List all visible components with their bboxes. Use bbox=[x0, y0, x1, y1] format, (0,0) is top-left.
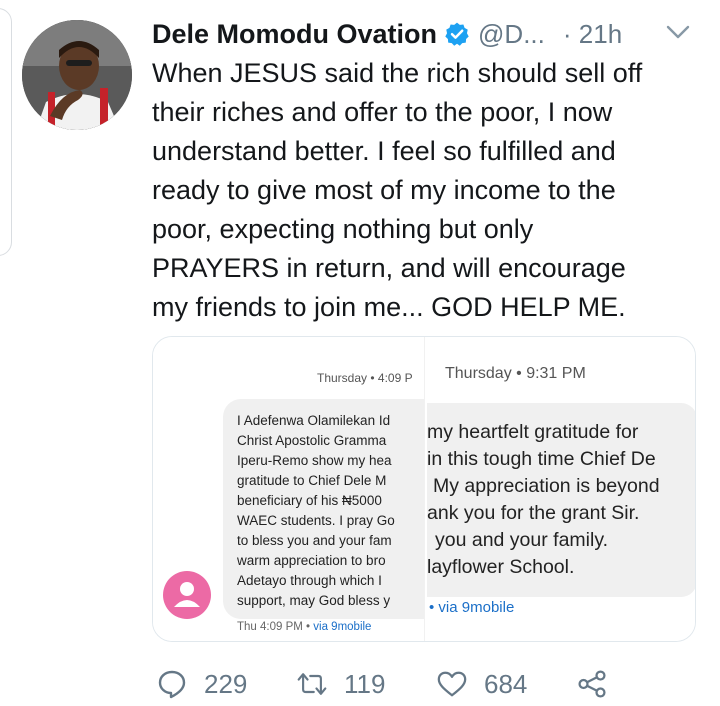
author-name[interactable]: Dele Momodu Ovation bbox=[152, 19, 437, 50]
sms-2-line: in this tough time Chief De bbox=[427, 448, 656, 470]
avatar-photo-icon bbox=[22, 20, 132, 130]
reply-count: 229 bbox=[204, 668, 248, 699]
sms-1-line: WAEC students. I pray Go bbox=[237, 513, 395, 528]
reply-button[interactable]: 229 bbox=[156, 664, 247, 704]
sms-2-line: my heartfelt gratitude for bbox=[427, 421, 639, 443]
chevron-down-icon[interactable] bbox=[664, 22, 692, 42]
tweet-text-line: their riches and offer to the poor, I no… bbox=[152, 97, 613, 127]
retweet-button[interactable]: 119 bbox=[296, 664, 385, 704]
sms-2-line: layflower School. bbox=[427, 556, 575, 578]
sms-1-line: Iperu-Remo show my hea bbox=[237, 453, 392, 468]
tweet-text: When JESUS said the rich should sell off… bbox=[152, 54, 712, 327]
tweet-text-line: understand better. I feel so fulfilled a… bbox=[152, 136, 616, 166]
time-value: 21h bbox=[578, 18, 623, 49]
tweet-media[interactable]: Thursday • 4:09 P I Adefenwa Olamilekan … bbox=[152, 336, 696, 642]
sms-1-line: Christ Apostolic Gramma bbox=[237, 433, 387, 448]
sms-2-footer: • via 9mobile bbox=[429, 599, 515, 616]
share-button[interactable] bbox=[576, 664, 608, 704]
avatar[interactable] bbox=[22, 20, 132, 130]
tweet-text-line: PRAYERS in return, and will encourage bbox=[152, 253, 626, 283]
sms-contact-avatar bbox=[163, 571, 211, 619]
media-image-sms-1[interactable]: Thursday • 4:09 P I Adefenwa Olamilekan … bbox=[153, 337, 425, 641]
sms-2-line: you and your family. bbox=[435, 529, 609, 551]
media-image-sms-2[interactable]: Thursday • 9:31 PM my heartfelt gratitud… bbox=[427, 337, 695, 641]
sms-1-line: I Adefenwa Olamilekan Id bbox=[237, 413, 391, 428]
like-button[interactable]: 684 bbox=[436, 664, 527, 704]
retweet-count: 119 bbox=[344, 668, 386, 699]
sms-1-footer: Thu 4:09 PM • via 9mobile bbox=[237, 621, 371, 633]
sms-1-line: to bless you and your fam bbox=[237, 533, 392, 548]
reply-icon bbox=[158, 670, 186, 699]
previous-card-edge bbox=[0, 8, 12, 256]
sms-1-line: gratitude to Chief Dele M bbox=[237, 473, 387, 488]
sms-1-line: Adetayo through which I bbox=[237, 573, 382, 588]
time-separator: · bbox=[562, 18, 572, 49]
tweet-text-line: my friends to join me... GOD HELP ME. bbox=[152, 292, 626, 322]
like-count: 684 bbox=[484, 668, 528, 699]
sms-1-line: support, may God bless y bbox=[237, 593, 391, 608]
heart-icon bbox=[437, 671, 467, 697]
tweet-text-line: When JESUS said the rich should sell off bbox=[152, 58, 643, 88]
sms-2-timestamp: Thursday • 9:31 PM bbox=[445, 365, 586, 382]
sms-1-line: warm appreciation to bro bbox=[237, 553, 386, 568]
sms-1-timestamp: Thursday • 4:09 P bbox=[317, 371, 413, 385]
sms-1-footer-separator: • bbox=[306, 621, 311, 633]
tweet-time[interactable]: · 21h bbox=[563, 19, 622, 50]
person-icon bbox=[174, 582, 200, 607]
share-icon bbox=[578, 670, 606, 698]
verified-badge-icon bbox=[445, 22, 469, 46]
sms-2-line: ank you for the grant Sir. bbox=[427, 502, 640, 524]
sms-1-footer-time: Thu 4:09 PM bbox=[237, 621, 303, 633]
sms-2-line: My appreciation is beyond bbox=[433, 475, 660, 497]
sms-1-line: beneficiary of his ₦5000 bbox=[237, 493, 382, 508]
tweet-text-line: poor, expecting nothing but only bbox=[152, 214, 534, 244]
author-handle[interactable]: @D... bbox=[478, 19, 545, 50]
tweet-header: Dele Momodu Ovation @D... · 21h bbox=[152, 14, 622, 54]
tweet-text-line: ready to give most of my income to the bbox=[152, 175, 616, 205]
sms-1-footer-via: via 9mobile bbox=[313, 621, 372, 633]
tweet-actions: 229 119 684 bbox=[152, 664, 712, 704]
retweet-icon bbox=[297, 673, 327, 695]
